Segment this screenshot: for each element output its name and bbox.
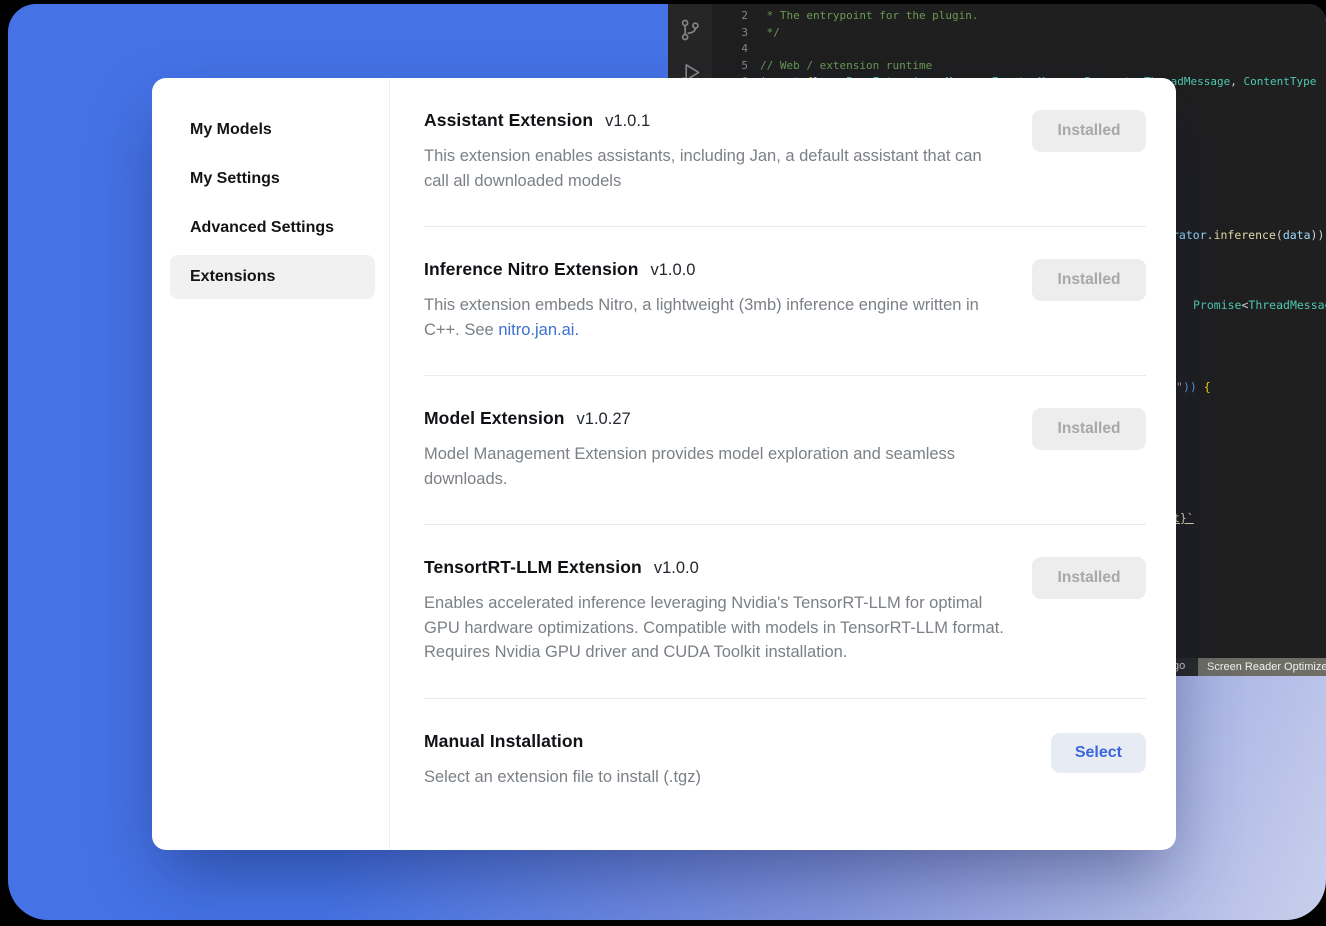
screen-reader-badge[interactable]: Screen Reader Optimized [1198, 658, 1326, 676]
line-number: 3 [712, 25, 748, 42]
code-token: ContentType [1244, 75, 1317, 88]
extension-title: Inference Nitro Extension v1.0.0 [424, 259, 1032, 280]
installed-button[interactable]: Installed [1032, 110, 1146, 152]
extension-title: Manual Installation [424, 731, 1051, 752]
code-token: data [1283, 228, 1311, 242]
line-number: 2 [712, 8, 748, 25]
code-token: * The entrypoint for the plugin. [760, 9, 979, 22]
extension-name: TensortRT-LLM Extension [424, 557, 642, 578]
code-token: ( [1276, 228, 1283, 242]
code-token: */ [760, 26, 780, 39]
extension-description: This extension embeds Nitro, a lightweig… [424, 293, 1009, 342]
code-token: inference [1214, 228, 1276, 242]
installed-button[interactable]: Installed [1032, 557, 1146, 599]
code-token [1197, 380, 1204, 394]
line-code: * The entrypoint for the plugin. [748, 8, 979, 25]
code-token: . [1207, 228, 1214, 242]
extension-info: Manual Installation Select an extension f… [424, 731, 1051, 790]
extension-name: Inference Nitro Extension [424, 259, 639, 280]
code-token: )); [1311, 228, 1326, 242]
extension-info: Assistant Extension v1.0.1 This extension … [424, 110, 1032, 193]
sidebar-item-advanced-settings[interactable]: Advanced Settings [170, 206, 375, 250]
extension-row: Assistant Extension v1.0.1 This extension … [424, 78, 1146, 227]
extension-row: Manual Installation Select an extension f… [424, 699, 1146, 823]
extension-description: Select an extension file to install (.tg… [424, 765, 1009, 790]
desktop-frame: 2 * The entrypoint for the plugin.3 */45… [8, 4, 1326, 920]
extension-row: TensortRT-LLM Extension v1.0.0 Enables acc… [424, 525, 1146, 699]
code-line: 4 [712, 41, 1326, 58]
extension-title: Assistant Extension v1.0.1 [424, 110, 1032, 131]
extensions-list: Assistant Extension v1.0.1 This extension … [390, 78, 1176, 850]
extension-version: v1.0.27 [577, 410, 631, 429]
line-code: // Web / extension runtime [748, 58, 932, 75]
line-code: */ [748, 25, 780, 42]
line-code [748, 41, 760, 58]
code-token: , [1230, 75, 1243, 88]
extension-title: TensortRT-LLM Extension v1.0.0 [424, 557, 1032, 578]
extension-name: Assistant Extension [424, 110, 593, 131]
code-token: t}` [1173, 511, 1194, 525]
code-token: // Web / extension runtime [760, 59, 932, 72]
select-button[interactable]: Select [1051, 733, 1146, 773]
extension-description: Model Management Extension provides mode… [424, 442, 1009, 491]
code-line: 2 * The entrypoint for the plugin. [712, 8, 1326, 25]
code-fragment: rator.inference(data)); [1172, 228, 1326, 242]
code-line: 3 */ [712, 25, 1326, 42]
source-control-icon[interactable] [677, 17, 703, 43]
sidebar-item-my-models[interactable]: My Models [170, 108, 375, 152]
code-token: { [1204, 380, 1211, 394]
code-token: rator [1172, 228, 1207, 242]
code-token: ThreadMessage [1248, 298, 1326, 312]
code-fragment: Promise<ThreadMessage> [1193, 298, 1326, 312]
sidebar-item-my-settings[interactable]: My Settings [170, 157, 375, 201]
extension-description: Enables accelerated inference leveraging… [424, 591, 1009, 665]
extension-name: Manual Installation [424, 731, 583, 752]
code-fragment: ")) { [1176, 380, 1211, 394]
extension-info: Inference Nitro Extension v1.0.0 This exte… [424, 259, 1032, 342]
description-link[interactable]: nitro.jan.ai. [498, 321, 579, 339]
line-number: 4 [712, 41, 748, 58]
code-fragment: t}` [1173, 511, 1194, 525]
sidebar-item-extensions[interactable]: Extensions [170, 255, 375, 299]
extension-row: Inference Nitro Extension v1.0.0 This exte… [424, 227, 1146, 376]
code-token: Promise [1193, 298, 1241, 312]
extension-row: Model Extension v1.0.27 Model Management E… [424, 376, 1146, 525]
installed-button[interactable]: Installed [1032, 408, 1146, 450]
extension-version: v1.0.1 [605, 112, 650, 131]
code-token: )) [1183, 380, 1197, 394]
extension-info: Model Extension v1.0.27 Model Management E… [424, 408, 1032, 491]
installed-button[interactable]: Installed [1032, 259, 1146, 301]
extension-name: Model Extension [424, 408, 565, 429]
code-token: " [1176, 380, 1183, 394]
line-number: 5 [712, 58, 748, 75]
extension-info: TensortRT-LLM Extension v1.0.0 Enables acc… [424, 557, 1032, 665]
extension-version: v1.0.0 [654, 559, 699, 578]
extension-version: v1.0.0 [651, 261, 696, 280]
extension-title: Model Extension v1.0.27 [424, 408, 1032, 429]
code-line: 5 // Web / extension runtime [712, 58, 1326, 75]
settings-sidebar: My Models My Settings Advanced Settings Ext… [152, 78, 390, 850]
settings-modal: My Models My Settings Advanced Settings Ext… [152, 78, 1176, 850]
extension-description: This extension enables assistants, inclu… [424, 144, 1009, 193]
